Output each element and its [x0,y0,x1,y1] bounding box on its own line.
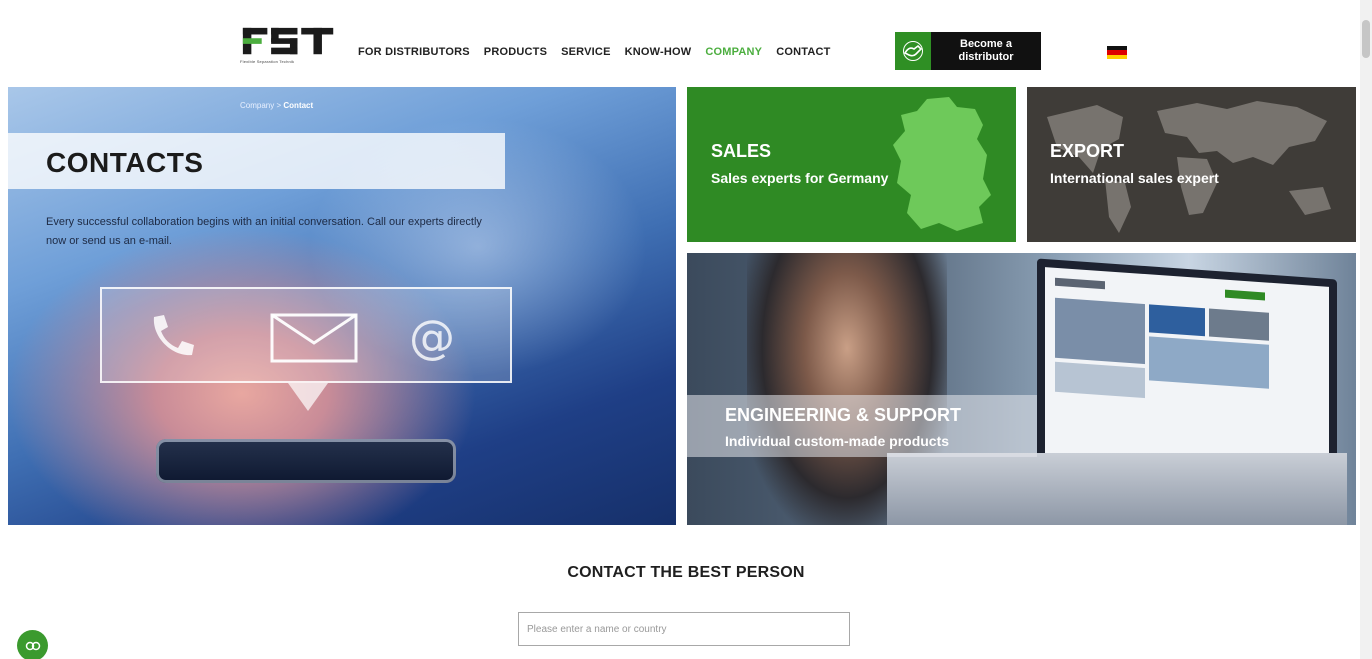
germany-map-icon [893,97,991,231]
svg-text:@: @ [409,310,455,364]
page: Flexible Separation Technik FOR DISTRIBU… [0,0,1372,659]
breadcrumb-company[interactable]: Company [240,101,274,110]
nav-know-how[interactable]: KNOW-HOW [625,46,692,58]
sales-subtitle: Sales experts for Germany [711,170,889,186]
fst-logo-mark [242,27,334,55]
cookie-icon [25,641,40,650]
export-subtitle: International sales expert [1050,170,1219,186]
contact-search-input[interactable] [518,612,850,646]
cta-label-line1: Become a [960,38,1012,50]
cookie-settings-button[interactable] [17,630,48,659]
envelope-icon [270,313,358,363]
nav-for-distributors[interactable]: FOR DISTRIBUTORS [358,46,470,58]
engineering-subtitle: Individual custom-made products [725,433,950,449]
export-tile[interactable]: EXPORT International sales expert [1027,87,1356,242]
sales-tile[interactable]: SALES Sales experts for Germany [687,87,1016,242]
bubble-tail [288,383,328,411]
scrollbar-thumb[interactable] [1362,20,1370,58]
contacts-hero: Company > Contact CONTACTS Every success… [8,87,676,525]
fst-logo[interactable]: Flexible Separation Technik [240,26,338,72]
hero-description: Every successful collaboration begins wi… [46,216,482,247]
cta-label: Become a distributor [931,32,1041,70]
contact-bubble: @ [100,287,512,383]
smartphone-illustration [156,439,456,483]
page-title: CONTACTS [46,147,204,178]
nav-service[interactable]: SERVICE [561,46,611,58]
nav-contact[interactable]: CONTACT [776,46,830,58]
machine-photo [887,453,1347,525]
scrollbar-track[interactable] [1360,0,1372,659]
title-band: CONTACTS [8,133,505,189]
engineering-title: ENGINEERING & SUPPORT [725,405,962,425]
breadcrumb: Company > Contact [240,101,313,110]
export-title: EXPORT [1050,141,1125,161]
world-map-icon [1047,101,1331,233]
engineering-support-tile[interactable]: ENGINEERING & SUPPORT Individual custom-… [687,253,1356,525]
contact-section-title: CONTACT THE BEST PERSON [567,564,805,581]
german-flag-icon[interactable] [1107,46,1127,59]
cta-label-line2: distributor [958,51,1014,63]
breadcrumb-current: Contact [283,101,314,110]
nav-products[interactable]: PRODUCTS [484,46,547,58]
phone-icon [153,315,194,356]
sales-title: SALES [711,141,772,161]
nav-company[interactable]: COMPANY [705,46,762,58]
breadcrumb-separator: > [276,101,282,110]
become-distributor-button[interactable]: Become a distributor [895,32,1041,70]
at-icon: @ [409,310,455,364]
main-nav: FOR DISTRIBUTORS PRODUCTS SERVICE KNOW-H… [358,46,831,58]
handshake-icon [895,32,931,70]
logo-tagline: Flexible Separation Technik [240,59,295,64]
